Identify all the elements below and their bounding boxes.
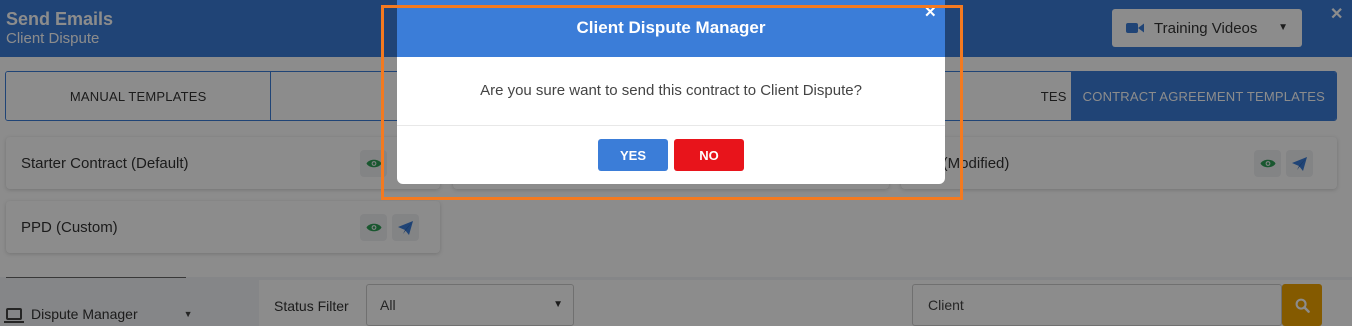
yes-button[interactable]: YES	[598, 139, 668, 171]
no-button[interactable]: NO	[674, 139, 744, 171]
dialog-title: Client Dispute Manager	[576, 18, 766, 37]
dialog-header: Client Dispute Manager ✕	[397, 0, 945, 57]
confirm-dialog: Client Dispute Manager ✕ Are you sure wa…	[397, 0, 945, 184]
dialog-message: Are you sure want to send this contract …	[480, 82, 862, 99]
dialog-divider	[397, 125, 945, 126]
close-icon[interactable]: ✕	[924, 3, 937, 21]
